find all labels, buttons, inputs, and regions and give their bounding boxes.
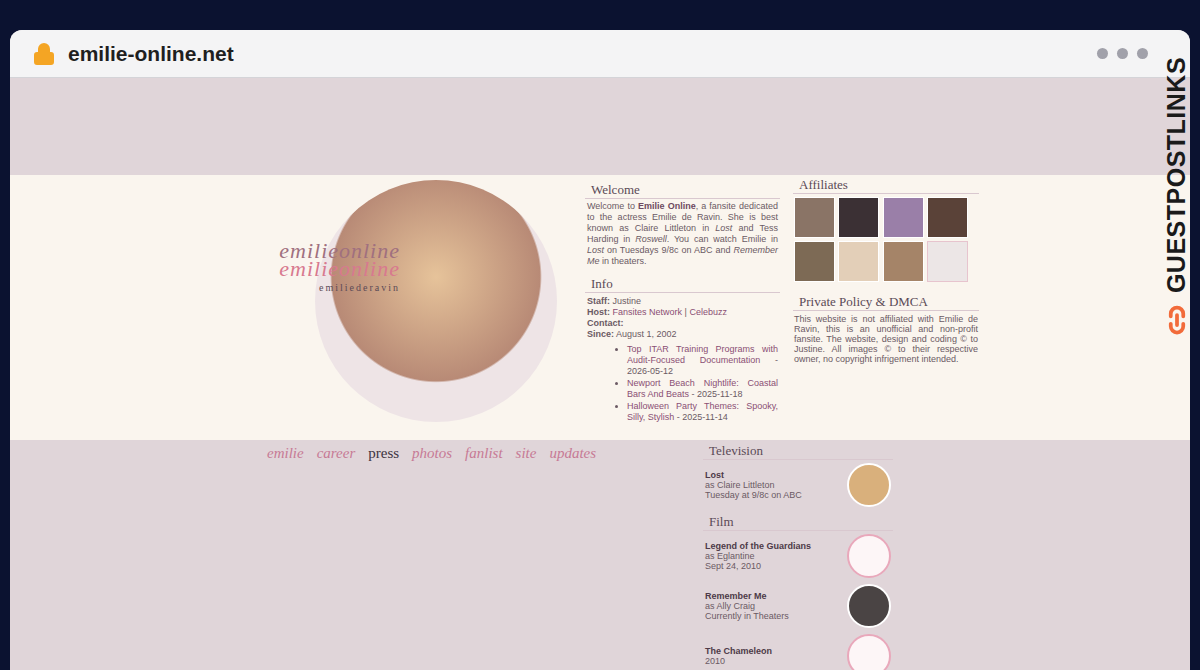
link-icon xyxy=(1162,305,1192,335)
sidebar: TelevisionLostas Claire LittletonTuesday… xyxy=(703,440,893,670)
info-value: Justine xyxy=(613,296,642,306)
info-link[interactable]: Fansites Network xyxy=(613,307,683,317)
info-row: Staff: Justine xyxy=(587,296,778,307)
affiliate-button[interactable] xyxy=(838,197,879,238)
header-photo xyxy=(315,180,557,422)
logo-thumbnail xyxy=(847,634,891,670)
affiliates-heading: Affiliates xyxy=(793,177,979,194)
info-row: Since: August 1, 2002 xyxy=(587,329,778,340)
sidebar-item[interactable]: Lostas Claire LittletonTuesday at 9/8c o… xyxy=(703,460,893,510)
welcome-text: Welcome to Emilie Online, a fansite dedi… xyxy=(585,199,780,267)
affiliate-button[interactable] xyxy=(927,241,968,282)
url[interactable]: emilie-online.net xyxy=(68,38,234,70)
recent-link[interactable]: Newport Beach Nightlife: Coastal Bars An… xyxy=(627,378,778,400)
nav-link[interactable]: fanlist xyxy=(465,442,503,464)
dot-icon xyxy=(1137,48,1148,59)
address-bar: emilie-online.net xyxy=(10,30,1190,78)
sidebar-section: TelevisionLostas Claire LittletonTuesday… xyxy=(703,443,893,510)
affiliate-button[interactable] xyxy=(794,241,835,282)
nav-link[interactable]: photos xyxy=(412,442,452,464)
logo-thumbnail xyxy=(847,534,891,578)
info-row: Host: Fansites Network | Celebuzz xyxy=(587,307,778,318)
sidebar-item[interactable]: Legend of the Guardiansas EglantineSept … xyxy=(703,531,893,581)
side-column: Affiliates Private Policy & DMCAThis webs… xyxy=(793,175,979,440)
recent-link[interactable]: Halloween Party Themes: Spooky, Silly, S… xyxy=(627,401,778,423)
dot-icon xyxy=(1097,48,1108,59)
privacy-heading: Private Policy & DMCA xyxy=(793,294,979,311)
affiliate-button[interactable] xyxy=(883,197,924,238)
sidebar-section: FilmLegend of the Guardiansas EglantineS… xyxy=(703,514,893,670)
browser-window: emilie-online.net emilieonlineemilieonlin… xyxy=(10,30,1190,670)
logo-text: emilieonline xyxy=(279,260,400,278)
affiliate-button[interactable] xyxy=(883,241,924,282)
dot-icon xyxy=(1117,48,1128,59)
logo-subtext: emiliederavin xyxy=(319,280,400,295)
screen: emilie-online.net emilieonlineemilieonlin… xyxy=(0,0,1200,670)
logo-text: emilieonline xyxy=(279,242,400,260)
nav-bar: emilie career press photos fanlist site update… xyxy=(10,440,703,670)
nav-link[interactable]: emilie xyxy=(267,442,304,464)
info-value: August 1, 2002 xyxy=(616,329,677,339)
lower-area: emilie career press photos fanlist site update… xyxy=(10,440,1190,670)
nav-link[interactable]: press xyxy=(368,442,399,464)
affiliate-button[interactable] xyxy=(794,197,835,238)
info-list: Staff: JustineHost: Fansites Network | C… xyxy=(585,293,780,340)
nav-link[interactable]: updates xyxy=(549,442,596,464)
info-row: Contact: xyxy=(587,318,778,329)
info-link[interactable]: Celebuzz xyxy=(689,307,727,317)
header-band: emilieonlineemilieonline emiliederavin Wel… xyxy=(10,175,1190,440)
site-logo[interactable]: emilieonlineemilieonline emiliederavin xyxy=(220,242,400,295)
photo-thumbnail xyxy=(847,584,891,628)
watermark: GUESTPOSTLINKS xyxy=(1160,55,1194,355)
nav-link[interactable]: site xyxy=(516,442,537,464)
main-column: WelcomeWelcome to Emilie Online, a fansi… xyxy=(585,175,780,440)
privacy-text: This website is not affiliated with Emil… xyxy=(793,311,979,364)
affiliates-grid xyxy=(793,194,968,282)
window-dots xyxy=(1097,48,1168,59)
info-heading: Info xyxy=(585,276,780,293)
lock-icon xyxy=(32,42,56,66)
sidebar-heading: Television xyxy=(703,443,893,460)
affiliate-button[interactable] xyxy=(838,241,879,282)
nav-link[interactable]: career xyxy=(317,442,356,464)
top-band xyxy=(10,78,1190,175)
recent-links: Top ITAR Training Programs with Audit-Fo… xyxy=(585,340,780,424)
photo-thumbnail xyxy=(847,463,891,507)
sidebar-item[interactable]: Remember Meas Ally CraigCurrently in The… xyxy=(703,581,893,631)
sidebar-heading: Film xyxy=(703,514,893,531)
affiliate-button[interactable] xyxy=(927,197,968,238)
sidebar-item[interactable]: The Chameleon2010 xyxy=(703,631,893,670)
recent-link[interactable]: Top ITAR Training Programs with Audit-Fo… xyxy=(627,344,778,377)
header-graphic: emilieonlineemilieonline emiliederavin xyxy=(10,175,585,440)
welcome-heading: Welcome xyxy=(585,182,780,199)
